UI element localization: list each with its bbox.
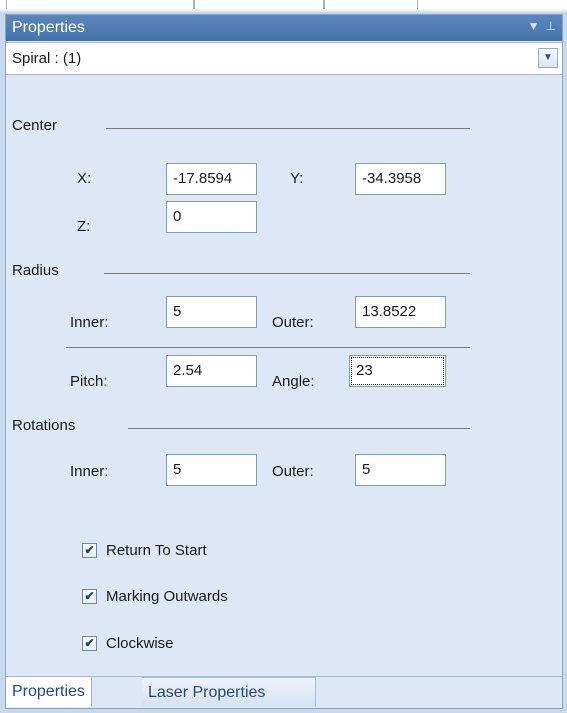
- top-tab-stub[interactable]: [324, 0, 418, 9]
- marking-outwards-label: Marking Outwards: [106, 588, 228, 605]
- tab-laser-properties[interactable]: Laser Properties: [142, 677, 316, 707]
- section-radius: Radius: [12, 262, 59, 279]
- radius-outer-label: Outer:: [272, 314, 314, 331]
- chevron-down-icon[interactable]: ▼: [538, 48, 558, 68]
- object-selector[interactable]: Spiral : (1) ▼: [6, 42, 562, 75]
- return-to-start-label: Return To Start: [106, 542, 207, 559]
- clockwise-label: Clockwise: [106, 635, 174, 652]
- rotations-outer-field[interactable]: 5: [355, 454, 446, 486]
- rotations-inner-field[interactable]: 5: [166, 454, 257, 486]
- divider: [106, 128, 470, 129]
- panel-menu-icon[interactable]: ▼: [528, 19, 540, 33]
- pitch-field[interactable]: 2.54: [166, 355, 257, 387]
- center-x-label: X:: [77, 170, 92, 187]
- panel-titlebar: Properties ▼ ⊥: [6, 15, 562, 41]
- rotations-outer-label: Outer:: [272, 463, 314, 480]
- clockwise-checkbox[interactable]: ✔: [82, 636, 97, 651]
- angle-label: Angle:: [272, 373, 315, 390]
- center-y-label: Y:: [290, 170, 304, 187]
- divider: [66, 347, 470, 348]
- panel-title: Properties: [12, 19, 85, 36]
- top-tab-strip: [0, 0, 567, 14]
- divider: [104, 273, 470, 274]
- tab-properties[interactable]: Properties: [6, 677, 92, 707]
- object-selector-value: Spiral : (1): [12, 50, 82, 67]
- center-z-field[interactable]: 0: [166, 201, 257, 233]
- bottom-tab-bar: Properties Laser Properties: [6, 676, 562, 708]
- section-center: Center: [12, 117, 58, 134]
- center-y-field[interactable]: -34.3958: [355, 163, 446, 195]
- radius-outer-field[interactable]: 13.8522: [355, 296, 446, 328]
- pitch-label: Pitch:: [70, 373, 108, 390]
- radius-inner-label: Inner:: [70, 314, 109, 331]
- top-tab-stub[interactable]: [194, 0, 324, 9]
- divider: [128, 428, 470, 429]
- return-to-start-checkbox[interactable]: ✔: [82, 543, 97, 558]
- section-rotations: Rotations: [12, 417, 76, 434]
- properties-panel: Properties ▼ ⊥ Spiral : (1) ▼ Center X: -…: [5, 14, 563, 709]
- radius-inner-field[interactable]: 5: [166, 296, 257, 328]
- marking-outwards-checkbox[interactable]: ✔: [82, 589, 97, 604]
- angle-field[interactable]: 23: [349, 355, 446, 387]
- top-tab-stub[interactable]: [6, 0, 194, 9]
- pin-icon[interactable]: ⊥: [546, 19, 556, 33]
- center-x-field[interactable]: -17.8594: [166, 163, 257, 195]
- rotations-inner-label: Inner:: [70, 463, 109, 480]
- center-z-label: Z:: [77, 218, 91, 235]
